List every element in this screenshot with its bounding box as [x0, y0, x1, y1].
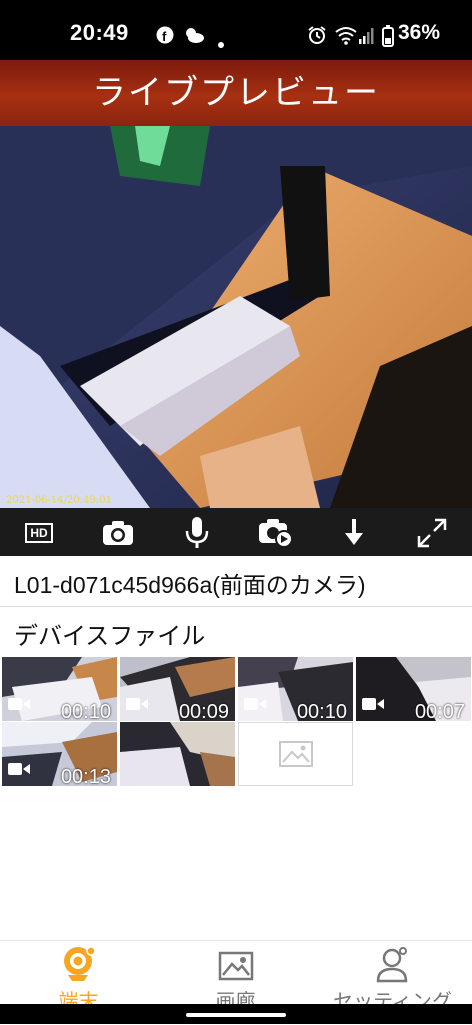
image-placeholder-icon	[278, 741, 313, 767]
video-duration: 00:09	[178, 701, 229, 721]
device-name-row: L01-d071c45d966a(前面のカメラ)	[0, 556, 472, 607]
snapshot-button[interactable]	[101, 516, 135, 550]
video-duration: 00:10	[60, 701, 111, 721]
page-title: ライブプレビュー	[92, 73, 380, 113]
device-name: L01-d071c45d966a(前面のカメラ)	[14, 572, 366, 598]
webcam-icon	[64, 946, 96, 981]
video-icon	[362, 696, 384, 715]
home-indicator[interactable]	[186, 1013, 286, 1017]
battery-percent: 36%	[398, 21, 441, 44]
video-thumbnail[interactable]: 00:10	[2, 657, 117, 721]
settings-person-icon	[376, 947, 408, 983]
record-icon	[259, 519, 292, 548]
video-thumbnail[interactable]: 00:09	[120, 657, 235, 721]
expand-icon	[417, 518, 447, 548]
video-icon	[8, 761, 30, 780]
microphone-button[interactable]	[180, 516, 214, 550]
battery-icon	[382, 25, 394, 51]
mic-icon	[185, 517, 209, 548]
hd-label: HD	[25, 523, 53, 543]
alarm-icon	[307, 25, 327, 49]
status-bar: 20:49 f 36%	[0, 0, 472, 60]
thumbnail-image	[120, 722, 235, 786]
header: ライブプレビュー	[0, 60, 472, 126]
camera-feed-image	[0, 126, 472, 508]
video-duration: 00:13	[60, 766, 111, 786]
video-thumbnail[interactable]	[120, 722, 235, 786]
svg-text:f: f	[162, 29, 167, 44]
fullscreen-button[interactable]	[415, 516, 449, 550]
camera-icon	[103, 521, 133, 545]
wifi-icon	[334, 25, 358, 49]
dot-icon	[218, 33, 224, 52]
record-button[interactable]	[258, 516, 292, 550]
status-time: 20:49	[70, 20, 129, 45]
signal-icon	[358, 27, 374, 49]
gallery-icon	[218, 951, 254, 981]
weather-icon	[183, 26, 205, 48]
hd-button[interactable]: HD	[22, 516, 56, 550]
video-icon	[8, 696, 30, 715]
video-thumbnail[interactable]: 00:07	[356, 657, 471, 721]
live-preview[interactable]: 2021-06-14/20:49:01	[0, 126, 472, 508]
video-duration: 00:10	[296, 701, 347, 721]
video-duration: 00:07	[414, 701, 465, 721]
empty-thumbnail[interactable]	[238, 722, 353, 786]
gesture-bar	[0, 1004, 472, 1024]
preview-toolbar: HD	[0, 508, 472, 556]
facebook-icon: f	[156, 26, 174, 48]
device-files-title: デバイスファイル	[14, 622, 206, 650]
video-thumbnail[interactable]: 00:13	[2, 722, 117, 786]
preview-timestamp: 2021-06-14/20:49:01	[6, 495, 112, 506]
video-thumbnail[interactable]: 00:10	[238, 657, 353, 721]
video-icon	[126, 696, 148, 715]
video-icon	[244, 696, 266, 715]
download-button[interactable]	[337, 516, 371, 550]
download-icon	[345, 519, 363, 545]
